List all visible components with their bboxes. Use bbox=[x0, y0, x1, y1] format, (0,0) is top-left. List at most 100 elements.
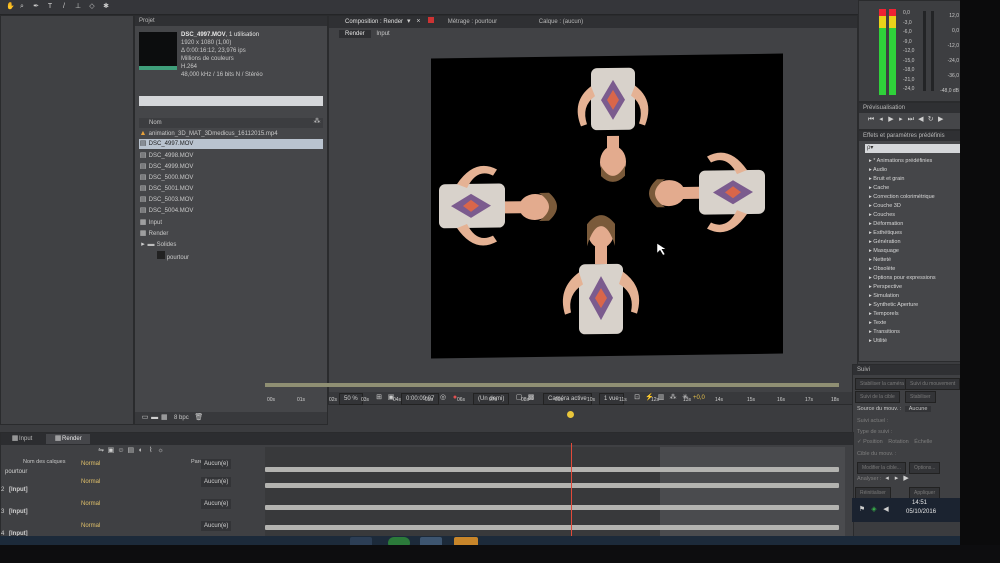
project-item[interactable]: ▤ DSC_4998.MOV bbox=[139, 151, 323, 161]
effect-category[interactable]: ▸ Déformation bbox=[869, 220, 903, 228]
graph-editor-icon[interactable]: ⌇ bbox=[147, 447, 155, 455]
tab-calque[interactable]: Calque : (aucun) bbox=[539, 19, 583, 25]
effect-category[interactable]: ▸ Options pour expressions bbox=[869, 274, 936, 282]
effect-category[interactable]: ▸ Obsolète bbox=[869, 265, 895, 273]
options-button[interactable]: Options... bbox=[909, 462, 941, 474]
effect-category[interactable]: ▸ Audio bbox=[869, 166, 887, 174]
motion-source-dropdown[interactable]: Aucune bbox=[904, 406, 932, 412]
composition-canvas[interactable] bbox=[431, 53, 783, 359]
footage-name[interactable]: DSC_4997.MOV bbox=[181, 32, 226, 38]
project-tab[interactable]: Projet bbox=[135, 16, 327, 26]
layer-parent-dropdown[interactable]: Aucun(e) bbox=[201, 499, 232, 509]
effect-category[interactable]: ▸ Couche 3D bbox=[869, 202, 901, 210]
layer-mode[interactable]: Normal bbox=[81, 477, 100, 487]
bpc-label[interactable]: 8 bpc bbox=[174, 415, 189, 421]
effect-category[interactable]: ▸ Utilité bbox=[869, 337, 887, 345]
hide-shy-layers-icon[interactable]: ☺ bbox=[117, 447, 125, 455]
flag-icon[interactable]: ⚑ bbox=[858, 506, 866, 514]
volume-icon[interactable]: ◀ bbox=[882, 506, 890, 514]
taskbar-app-1[interactable] bbox=[350, 537, 372, 545]
effect-category[interactable]: ▸ Correction colorimétrique bbox=[869, 193, 935, 201]
layer-row[interactable]: pourtour Normal Aucun(e) bbox=[1, 459, 263, 477]
effect-category[interactable]: ▸ Couches bbox=[869, 211, 895, 219]
effects-search-input[interactable]: ρ▾ bbox=[865, 144, 960, 153]
layer-bar[interactable] bbox=[265, 505, 839, 510]
chevron-down-icon[interactable]: ▾ bbox=[405, 18, 413, 26]
frame-blending-icon[interactable]: ▤ bbox=[127, 447, 135, 455]
position-checkbox[interactable]: ✓ Position bbox=[857, 439, 883, 445]
taskbar-app-3[interactable] bbox=[420, 537, 442, 545]
media-player-icon[interactable] bbox=[454, 537, 478, 545]
brainstorm-icon[interactable]: ☼ bbox=[157, 447, 165, 455]
effect-category[interactable]: ▸ Temporels bbox=[869, 310, 899, 318]
analyze-forward-icon[interactable]: ▸ bbox=[893, 475, 901, 483]
audio-slider-left[interactable] bbox=[923, 11, 926, 91]
layer-row[interactable]: 3 [Input] Normal Aucun(e) bbox=[1, 499, 263, 517]
layer-row[interactable]: 2 [Input] Normal Aucun(e) bbox=[1, 477, 263, 495]
loop-icon[interactable]: ↻ bbox=[927, 116, 935, 124]
layer-mode[interactable]: Normal bbox=[81, 521, 100, 531]
layer-parent-dropdown[interactable]: Aucun(e) bbox=[201, 459, 232, 469]
track-target-button[interactable]: Suivi de la cible bbox=[855, 391, 900, 403]
stamp-tool-icon[interactable]: ⊥ bbox=[74, 3, 82, 11]
playhead-marker[interactable] bbox=[567, 411, 574, 418]
preview-header[interactable]: Prévisualisation bbox=[859, 103, 960, 113]
effect-category[interactable]: ▸ * Animations prédéfinies bbox=[869, 157, 932, 165]
work-area-bar[interactable] bbox=[265, 383, 839, 387]
play-icon[interactable]: ▶ bbox=[887, 116, 895, 124]
effects-header[interactable]: Effets et paramètres prédéfinis bbox=[859, 131, 960, 141]
project-item[interactable]: ▸ ▬ Solides bbox=[139, 240, 323, 250]
effect-category[interactable]: ▸ Simulation bbox=[869, 292, 899, 300]
eraser-tool-icon[interactable]: ◇ bbox=[88, 3, 96, 11]
effect-category[interactable]: ▸ Synthetic Aperture bbox=[869, 301, 918, 309]
new-composition-icon[interactable]: ▦ bbox=[160, 414, 168, 422]
effect-category[interactable]: ▸ Masquage bbox=[869, 247, 899, 255]
effect-category[interactable]: ▸ Netteté bbox=[869, 256, 891, 264]
clock-time[interactable]: 14:51 bbox=[912, 500, 927, 506]
zoom-tool-icon[interactable]: ⌕ bbox=[18, 3, 26, 11]
project-item[interactable]: pourtour bbox=[157, 251, 323, 261]
project-item[interactable]: ▤ DSC_5003.MOV bbox=[139, 195, 323, 205]
last-frame-icon[interactable]: ⏭ bbox=[907, 116, 915, 124]
project-item[interactable]: ▦ Render bbox=[139, 229, 323, 239]
pen-tool-icon[interactable]: ✒ bbox=[32, 3, 40, 11]
stabilize-button[interactable]: Stabiliser bbox=[905, 391, 936, 403]
puppet-tool-icon[interactable]: ✱ bbox=[102, 3, 110, 11]
project-item-selected[interactable]: ▤ DSC_4997.MOV bbox=[139, 139, 323, 149]
effect-category[interactable]: ▸ Génération bbox=[869, 238, 901, 246]
layer-bar[interactable] bbox=[265, 467, 839, 472]
project-item[interactable]: ▲ animation_3D_MAT_3Dmedicus_16112015.mp… bbox=[139, 129, 323, 139]
tab-composition[interactable]: Composition : Render bbox=[345, 19, 403, 25]
brush-tool-icon[interactable]: / bbox=[60, 3, 68, 11]
trash-icon[interactable]: 🗑 bbox=[194, 414, 203, 422]
track-motion-button[interactable]: Suivi du mouvement bbox=[905, 378, 960, 390]
new-folder-icon[interactable]: ▬ bbox=[151, 414, 159, 422]
clock-date[interactable]: 05/10/2016 bbox=[906, 509, 936, 515]
project-search-input[interactable]: ⌕ bbox=[139, 96, 323, 111]
effect-category[interactable]: ▸ Transitions bbox=[869, 328, 900, 336]
effect-category[interactable]: ▸ Perspective bbox=[869, 283, 902, 291]
audio-slider-right[interactable] bbox=[931, 11, 934, 91]
comp-mini-flowchart-icon[interactable]: ⇋ bbox=[97, 447, 105, 455]
subtab-render[interactable]: Render bbox=[339, 30, 371, 38]
interpret-footage-icon[interactable]: ▭ bbox=[141, 414, 149, 422]
edit-target-button[interactable]: Modifier la cible... bbox=[857, 462, 906, 474]
layer-parent-dropdown[interactable]: Aucun(e) bbox=[201, 521, 232, 531]
effect-category[interactable]: ▸ Texte bbox=[869, 319, 886, 327]
tracking-header[interactable]: Suivi bbox=[853, 365, 960, 375]
project-item[interactable]: ▤ DSC_5001.MOV bbox=[139, 184, 323, 194]
draft-3d-icon[interactable]: ▣ bbox=[107, 447, 115, 455]
text-tool-icon[interactable]: T bbox=[46, 3, 54, 11]
project-item[interactable]: ▤ DSC_4999.MOV bbox=[139, 162, 323, 172]
project-item[interactable]: ▦ Input bbox=[139, 218, 323, 228]
hand-tool-icon[interactable]: ✋ bbox=[6, 3, 15, 11]
tab-timeline-render[interactable]: ▦Render bbox=[46, 434, 90, 444]
motion-blur-icon[interactable]: ◐ bbox=[137, 447, 145, 455]
lock-icon[interactable] bbox=[428, 17, 435, 23]
playhead-line[interactable] bbox=[571, 443, 572, 537]
project-item[interactable]: ▤ DSC_5000.MOV bbox=[139, 173, 323, 183]
audio-toggle-icon[interactable]: ◀ bbox=[917, 116, 925, 124]
subtab-input[interactable]: Input bbox=[372, 30, 393, 38]
layer-bar[interactable] bbox=[265, 525, 839, 530]
network-icon[interactable]: ◈ bbox=[870, 506, 878, 514]
